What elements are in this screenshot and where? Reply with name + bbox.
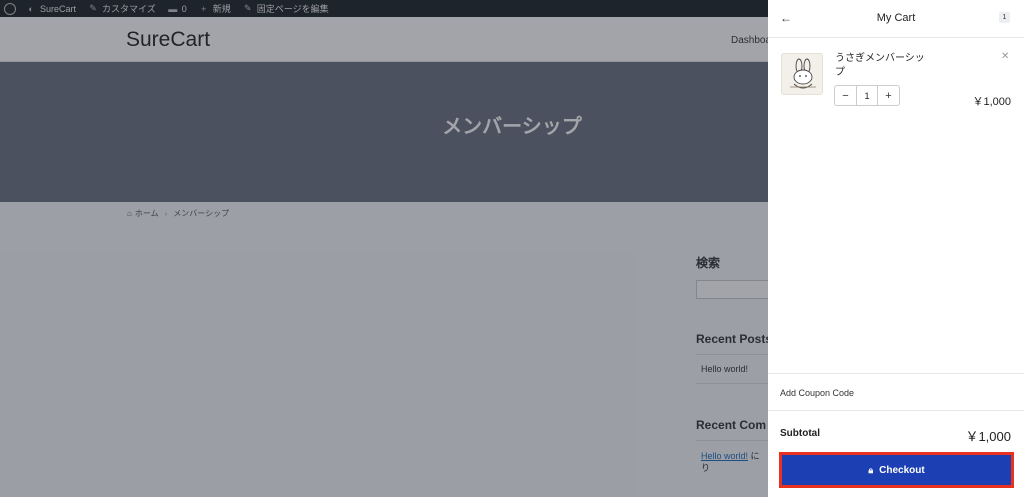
quantity-input[interactable]: 1 [856, 86, 878, 105]
quantity-decrease-button[interactable]: − [835, 86, 856, 105]
quantity-increase-button[interactable]: + [878, 86, 899, 105]
coupon-row: Add Coupon Code [768, 373, 1024, 411]
quantity-stepper: − 1 + [834, 85, 900, 106]
lock-icon: 🔒︎ [868, 464, 874, 475]
checkout-button[interactable]: 🔒︎ Checkout [782, 455, 1011, 485]
cart-header: ← My Cart 1 [768, 0, 1024, 38]
subtotal-value: ￥1,000 [965, 429, 1011, 444]
add-coupon-link[interactable]: Add Coupon Code [780, 388, 854, 398]
checkout-highlight: 🔒︎ Checkout [779, 452, 1014, 488]
cart-drawer: ← My Cart 1 うさぎメンバーシップ ✕ − 1 + ￥1,000 Ad… [768, 0, 1024, 497]
drawer-overlay[interactable] [0, 0, 768, 497]
product-thumbnail [781, 53, 823, 95]
cart-count-badge: 1 [999, 12, 1010, 23]
close-icon[interactable]: ✕ [1001, 51, 1009, 62]
subtotal-label: Subtotal [780, 428, 820, 439]
product-name[interactable]: うさぎメンバーシップ [835, 52, 925, 80]
rabbit-illustration-icon [782, 54, 822, 94]
cart-title: My Cart [876, 12, 916, 24]
product-price: ￥1,000 [972, 96, 1011, 108]
